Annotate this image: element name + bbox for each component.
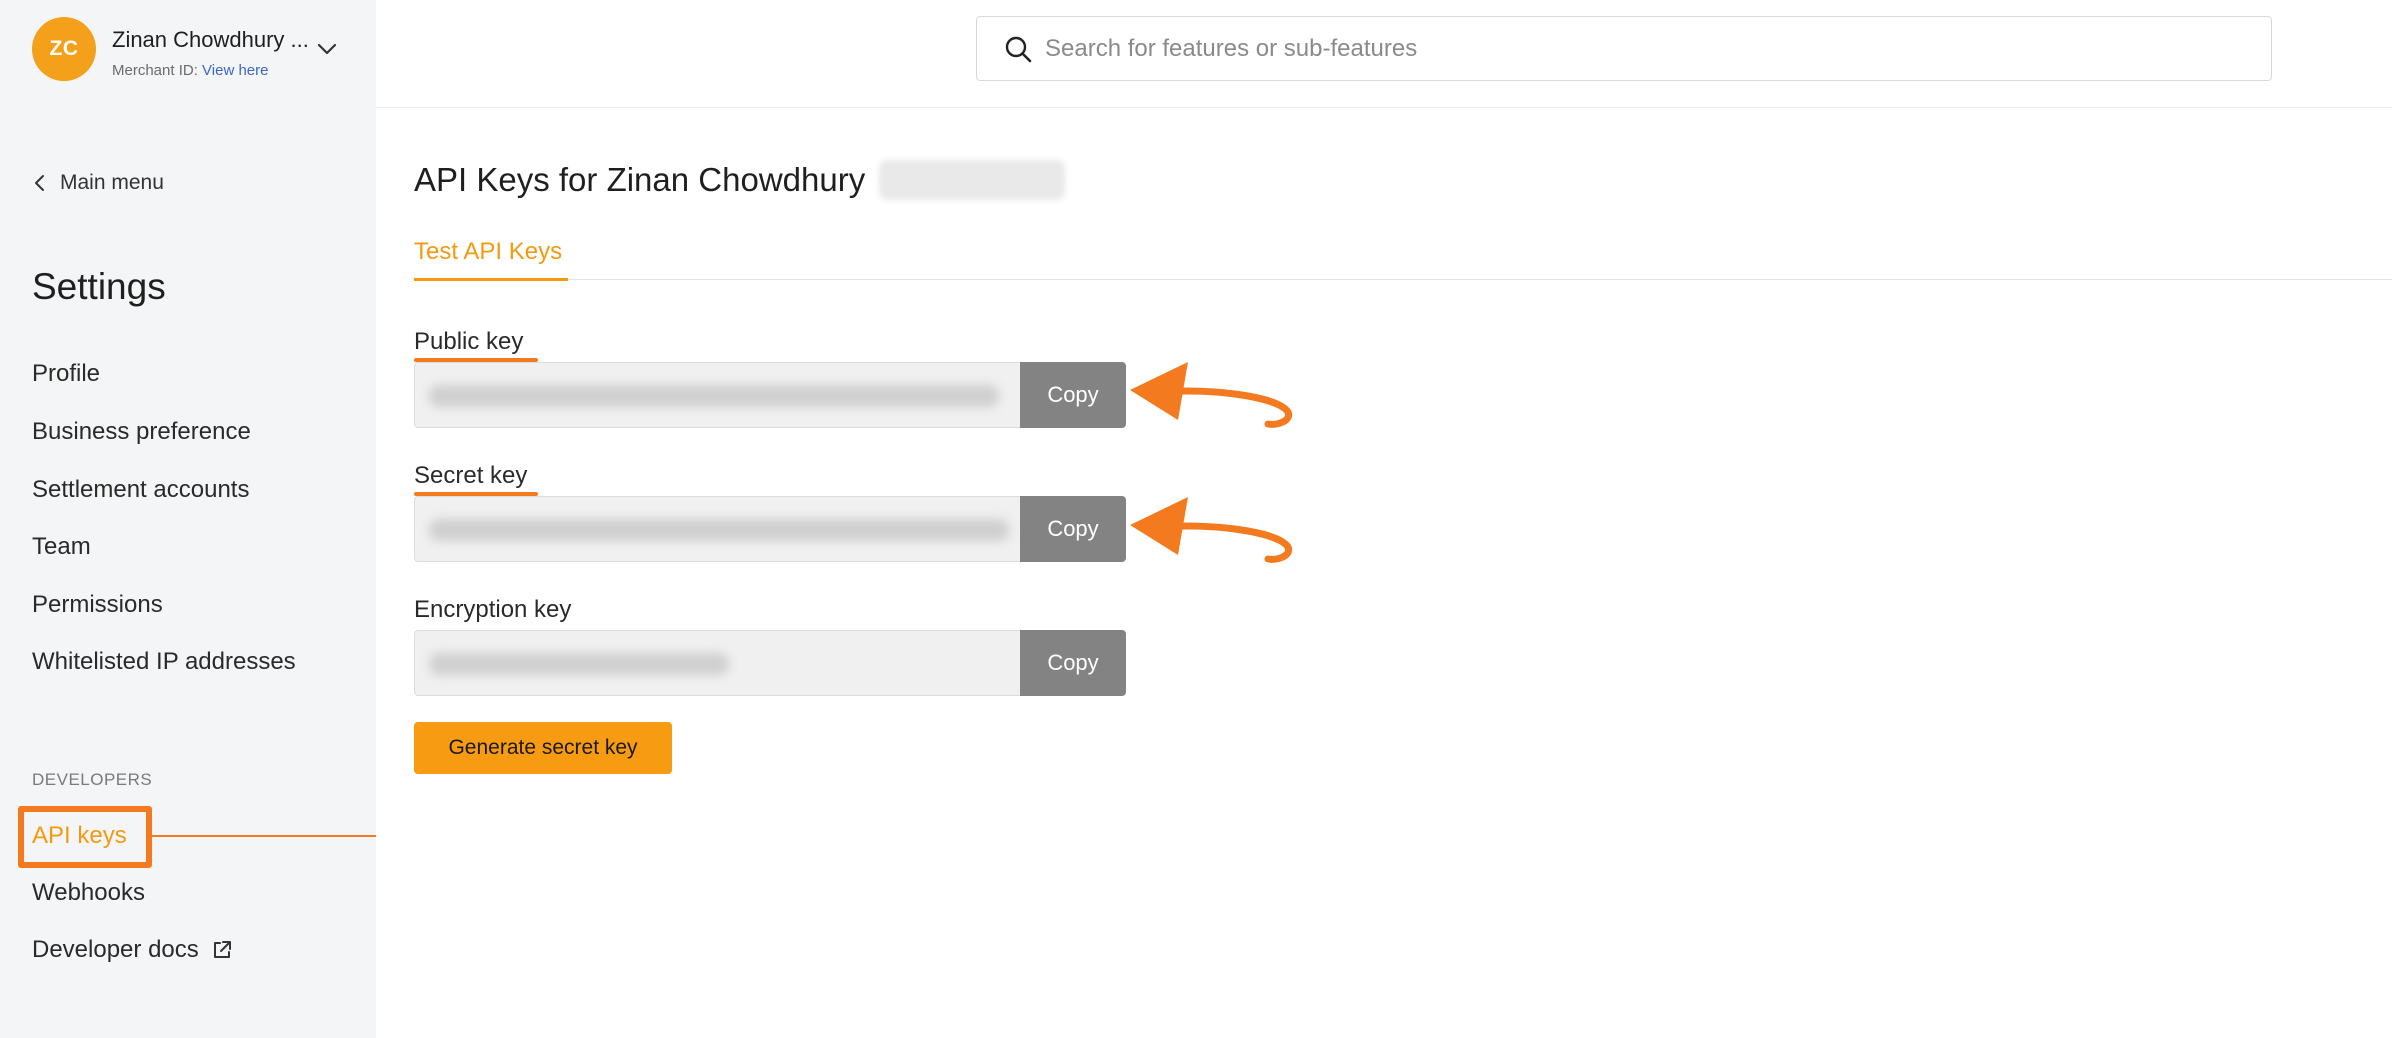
chevron-down-icon[interactable] (316, 41, 338, 57)
page-title: API Keys for Zinan Chowdhury (414, 160, 1066, 200)
public-key-copy-button[interactable]: Copy (1020, 362, 1126, 428)
sidebar: ZC Zinan Chowdhury ... Merchant ID: View… (0, 0, 376, 1038)
sidebar-item-developer-docs[interactable]: Developer docs (32, 936, 233, 964)
sidebar-item-settlement-accounts[interactable]: Settlement accounts (32, 476, 249, 504)
top-bar (376, 0, 2392, 108)
generate-secret-key-button[interactable]: Generate secret key (414, 722, 672, 774)
secret-key-label: Secret key (414, 462, 528, 489)
encryption-key-label: Encryption key (414, 596, 572, 623)
search-icon (1005, 36, 1032, 62)
tab-active-underline (414, 278, 568, 281)
sidebar-item-api-keys[interactable]: API keys (32, 822, 127, 850)
encryption-key-field[interactable] (414, 630, 1020, 696)
public-key-label: Public key (414, 328, 524, 355)
sidebar-item-team[interactable]: Team (32, 533, 91, 561)
arrow-annotation-icon (1130, 362, 1293, 428)
secret-key-copy-button[interactable]: Copy (1020, 496, 1126, 562)
account-name: Zinan Chowdhury ... (112, 27, 309, 52)
search-input[interactable] (1045, 34, 2245, 63)
sidebar-item-whitelisted-ip[interactable]: Whitelisted IP addresses (32, 648, 296, 676)
sidebar-item-business-preference[interactable]: Business preference (32, 418, 251, 446)
sidebar-item-permissions[interactable]: Permissions (32, 591, 163, 619)
avatar: ZC (32, 17, 96, 81)
tab-test-api-keys[interactable]: Test API Keys (414, 238, 562, 266)
account-switcher[interactable]: ZC Zinan Chowdhury ... Merchant ID: View… (32, 17, 352, 81)
sidebar-item-profile[interactable]: Profile (32, 360, 100, 388)
redacted-merchant-id (879, 160, 1066, 200)
arrow-annotation-icon (1130, 497, 1293, 563)
settings-title: Settings (32, 266, 166, 307)
developers-section-heading: DEVELOPERS (32, 770, 153, 789)
public-key-field[interactable] (414, 362, 1020, 428)
main-menu-link[interactable]: Main menu (32, 168, 164, 198)
external-link-icon (213, 941, 231, 958)
public-key-redacted-value (429, 385, 999, 407)
api-keys-active-line (152, 835, 376, 837)
page-title-text: API Keys for Zinan Chowdhury (414, 161, 866, 198)
tabs-divider (414, 279, 2392, 280)
secret-key-redacted-value (429, 519, 1009, 541)
search-box[interactable] (976, 16, 2272, 81)
merchant-id: Merchant ID: View here (112, 62, 268, 79)
encryption-key-copy-button[interactable]: Copy (1020, 630, 1126, 696)
secret-key-field[interactable] (414, 496, 1020, 562)
merchant-id-label: Merchant ID: (112, 62, 198, 79)
developer-docs-label: Developer docs (32, 936, 199, 963)
sidebar-item-webhooks[interactable]: Webhooks (32, 879, 145, 907)
merchant-id-view-link[interactable]: View here (202, 62, 268, 79)
encryption-key-redacted-value (429, 653, 729, 675)
chevron-left-icon (35, 175, 44, 191)
main-menu-label: Main menu (60, 171, 164, 194)
